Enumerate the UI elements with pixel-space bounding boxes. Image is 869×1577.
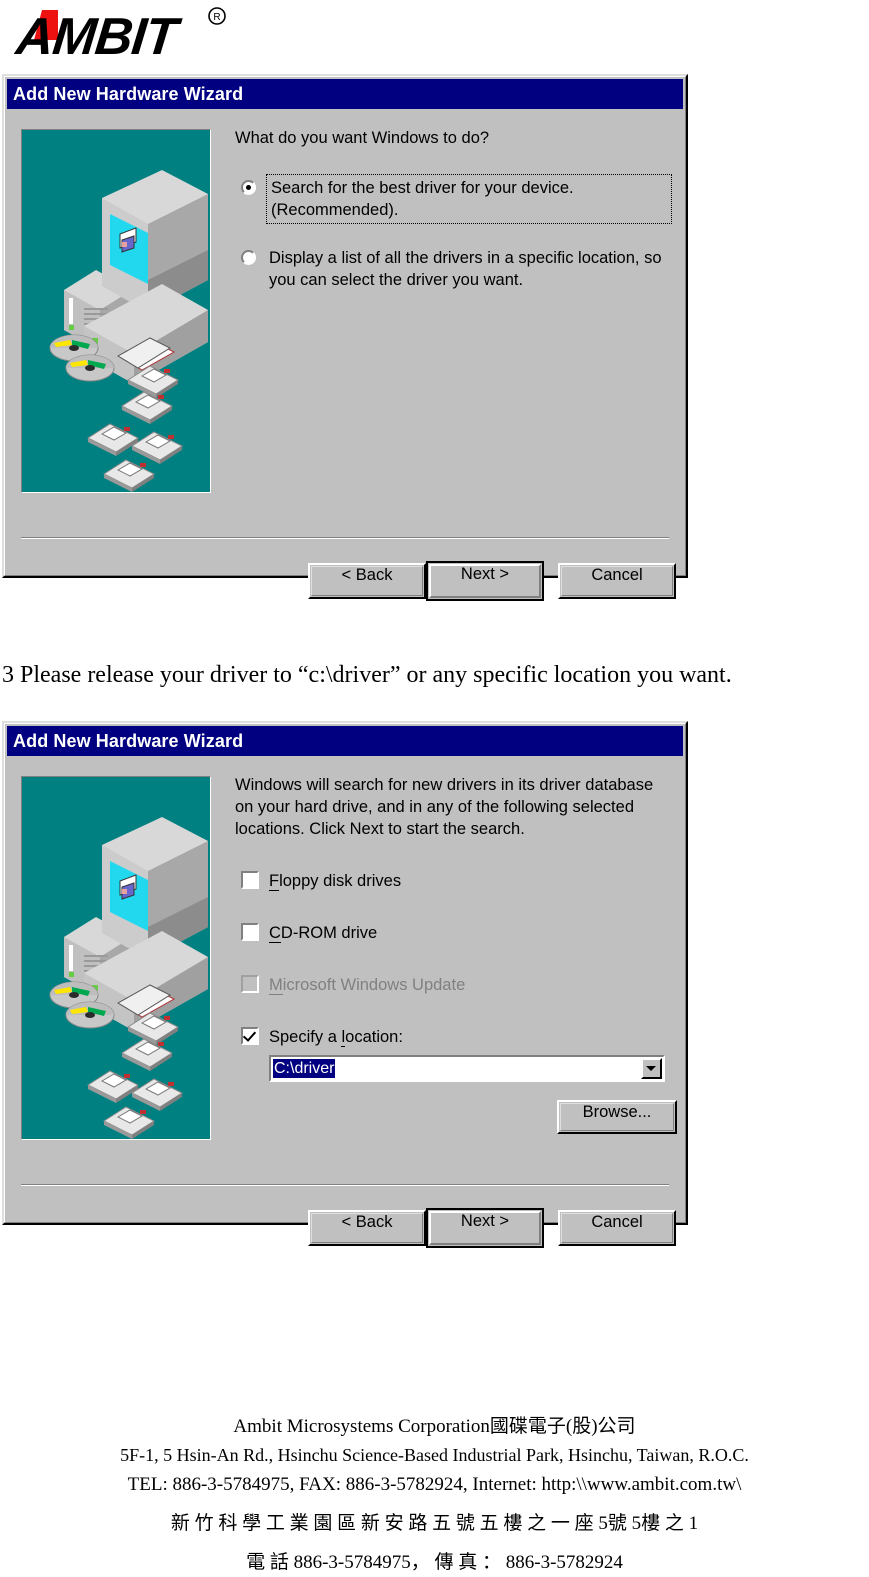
- dialog-separator-2: [21, 1184, 669, 1186]
- wizard-prompt-2: Windows will search for new drivers in i…: [235, 776, 654, 838]
- next-button[interactable]: Next >: [426, 561, 544, 601]
- wizard-content-pane: What do you want Windows to do? Search f…: [235, 127, 672, 291]
- wizard-artwork-panel-2: [21, 776, 211, 1140]
- footer-company-cjk: 國碟電子(股)公司: [489, 1416, 636, 1437]
- footer-address-cjk: 新 竹 科 學 工 業 園 區 新 安 路 五 號 五 樓 之 一 座 5號 5…: [170, 1513, 699, 1534]
- footer-company-line: Ambit Microsystems Corporation國碟電子(股)公司: [0, 1412, 869, 1441]
- dialog-titlebar-2: Add New Hardware Wizard: [7, 726, 683, 756]
- checkbox-row-microsoft-windows-update: Microsoft Windows Update: [235, 974, 669, 998]
- add-new-hardware-wizard-dialog-2[interactable]: Add New Hardware Wizard Windows will sea…: [2, 721, 688, 1248]
- add-new-hardware-wizard-dialog-1[interactable]: Add New Hardware Wizard What do you want…: [2, 74, 688, 601]
- checkbox-row-specify-a-location[interactable]: Specify a location:: [235, 1026, 669, 1050]
- wizard-artwork-panel: [21, 129, 211, 493]
- checkbox-microsoft-windows-update-icon: [241, 975, 259, 993]
- checkbox-row-floppy-disk-drives[interactable]: Floppy disk drives: [235, 870, 669, 894]
- location-combobox-value[interactable]: C:\driver: [273, 1059, 336, 1078]
- dialog-body: What do you want Windows to do? Search f…: [7, 109, 683, 601]
- checkbox-specify-a-location-icon[interactable]: [241, 1027, 259, 1045]
- footer-phone-cjk: 電 話 886-3-5784975， 傳 真 ： 886-3-5782924: [246, 1552, 623, 1573]
- back-button[interactable]: < Back: [308, 563, 426, 599]
- checkbox-floppy-disk-drives-icon[interactable]: [241, 871, 259, 889]
- page-footer: Ambit Microsystems Corporation國碟電子(股)公司 …: [0, 1412, 869, 1577]
- cancel-button-2-label: Cancel: [591, 1213, 643, 1231]
- radio-option-display-list-drivers[interactable]: Display a list of all the drivers in a s…: [235, 247, 669, 291]
- footer-contact-en: TEL: 886-3-5784975, FAX: 886-3-5782924, …: [127, 1474, 742, 1495]
- radio-option-display-list-drivers-label: Display a list of all the drivers in a s…: [269, 249, 662, 289]
- cancel-button-label: Cancel: [591, 566, 643, 584]
- dialog-inner-frame-2: Add New Hardware Wizard Windows will sea…: [4, 723, 686, 1248]
- radio-search-best-driver-icon[interactable]: [241, 180, 256, 195]
- back-button-2-label: < Back: [341, 1213, 393, 1231]
- checkbox-cd-rom-drive-icon[interactable]: [241, 923, 259, 941]
- svg-text:R: R: [213, 12, 220, 23]
- dialog-titlebar: Add New Hardware Wizard: [7, 79, 683, 109]
- location-combobox[interactable]: C:\driver: [269, 1055, 665, 1082]
- back-button-label: < Back: [341, 566, 393, 584]
- browse-button-label: Browse...: [582, 1103, 652, 1121]
- checkbox-specify-a-location-label: Specify a location:: [269, 1028, 403, 1047]
- footer-address-en: 5F-1, 5 Hsin-An Rd., Hsinchu Science-Bas…: [120, 1445, 749, 1465]
- checkbox-floppy-disk-drives-label: Floppy disk drives: [269, 872, 402, 891]
- svg-text:AMBIT: AMBIT: [12, 8, 184, 62]
- browse-button[interactable]: Browse...: [557, 1100, 677, 1134]
- dialog-separator: [21, 537, 669, 539]
- back-button-2[interactable]: < Back: [308, 1210, 426, 1246]
- next-button-2[interactable]: Next >: [426, 1208, 544, 1248]
- radio-option-search-best-driver-label: Search for the best driver for your devi…: [266, 174, 672, 224]
- footer-company-en: Ambit Microsystems Corporation: [233, 1416, 490, 1437]
- cancel-button[interactable]: Cancel: [558, 563, 676, 599]
- wizard-content-pane-2: Windows will search for new drivers in i…: [235, 774, 669, 1078]
- next-button-2-label: Next >: [460, 1212, 510, 1230]
- checkbox-row-cd-rom-drive[interactable]: CD-ROM drive: [235, 922, 669, 946]
- cancel-button-2[interactable]: Cancel: [558, 1210, 676, 1246]
- checkbox-microsoft-windows-update-label: Microsoft Windows Update: [269, 976, 466, 995]
- dialog-body-2: Windows will search for new drivers in i…: [7, 756, 683, 1248]
- step-instruction-text: 3 Please release your driver to “c:\driv…: [2, 662, 732, 688]
- dialog-inner-frame: Add New Hardware Wizard What do you want…: [4, 76, 686, 601]
- ambit-logo: AMBIT R: [12, 4, 242, 62]
- radio-display-list-drivers-icon[interactable]: [241, 250, 256, 265]
- wizard-prompt: What do you want Windows to do?: [235, 129, 490, 147]
- checkbox-cd-rom-drive-label: CD-ROM drive: [269, 924, 378, 943]
- radio-option-search-best-driver[interactable]: Search for the best driver for your devi…: [235, 174, 672, 224]
- next-button-label: Next >: [460, 565, 510, 583]
- chevron-down-icon[interactable]: [641, 1058, 662, 1079]
